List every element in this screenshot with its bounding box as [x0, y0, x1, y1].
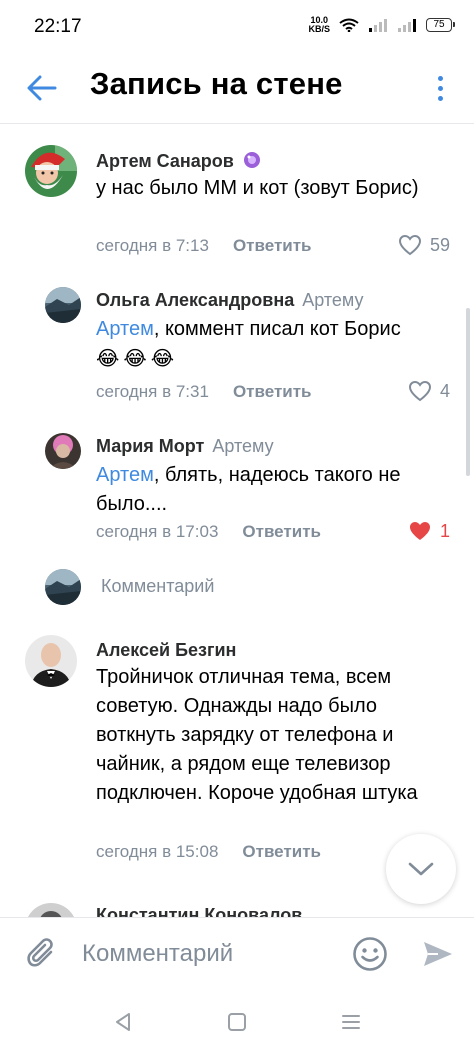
avatar-landscape-image	[45, 287, 81, 323]
avatar-man-image	[25, 635, 77, 687]
reply-button[interactable]: Ответить	[233, 236, 312, 255]
battery-indicator: 75	[426, 18, 455, 32]
send-icon	[424, 942, 452, 966]
comment-meta: сегодня в 15:08 Ответить	[96, 842, 321, 862]
signal-icon-2	[398, 19, 416, 32]
comment-meta: сегодня в 7:31 Ответить	[96, 382, 312, 402]
square-home-icon	[228, 1013, 246, 1031]
my-avatar	[45, 569, 81, 605]
comment-meta: сегодня в 7:13 Ответить	[96, 236, 312, 256]
network-speed: 10.0 KB/S	[308, 15, 330, 34]
comment-time: сегодня в 15:08	[96, 842, 219, 861]
comment-text: Артем, коммент писал кот Борис	[96, 318, 401, 340]
comment-input[interactable]	[82, 932, 332, 976]
send-button[interactable]	[418, 934, 458, 974]
more-dot-icon	[437, 75, 443, 81]
menu-lines-icon	[342, 1015, 360, 1029]
like-button[interactable]: 4	[408, 380, 450, 402]
nav-recents-button[interactable]	[336, 1007, 366, 1037]
like-button[interactable]: 59	[398, 234, 450, 256]
comment-reply: Ольга Александровна Артему Артем, коммент…	[0, 275, 474, 425]
avatar-person-image	[25, 903, 77, 917]
avatar[interactable]	[45, 433, 81, 469]
mention-link[interactable]: Артем	[96, 464, 154, 486]
comment-text: Артем, блять, надеюсь такого не было....	[96, 464, 401, 515]
like-count: 4	[439, 380, 450, 401]
comment-author[interactable]: Артем Санаров	[96, 150, 262, 172]
reply-to-label: Артему	[302, 290, 364, 310]
comment-author[interactable]: Мария Морт Артему	[96, 436, 274, 457]
wifi-icon	[339, 18, 359, 32]
nav-back-button[interactable]	[108, 1007, 138, 1037]
chevron-down-icon	[408, 862, 434, 876]
comment-meta: сегодня в 17:03 Ответить	[96, 522, 321, 542]
avatar-person-image	[45, 433, 81, 469]
status-time: 22:17	[34, 16, 82, 37]
comment: Артем Санаров у нас было ММ и кот (зовут…	[0, 125, 474, 275]
like-count: 59	[429, 234, 450, 255]
comment-time: сегодня в 17:03	[96, 522, 219, 541]
reply-button[interactable]: Ответить	[242, 522, 321, 541]
avatar[interactable]	[25, 903, 77, 917]
signal-icon	[369, 19, 387, 32]
scroll-down-button[interactable]	[386, 834, 456, 904]
comment-author[interactable]: Константин Коновалов	[96, 905, 302, 917]
comment-author[interactable]: Алексей Безгин	[96, 640, 236, 661]
more-dot-icon	[437, 85, 443, 91]
avatar[interactable]	[25, 145, 77, 197]
comments-feed[interactable]: Артем Санаров у нас было ММ и кот (зовут…	[0, 125, 474, 917]
status-bar: 22:17 10.0 KB/S 75	[0, 0, 474, 52]
heart-outline-icon	[408, 380, 431, 402]
attach-button[interactable]	[24, 936, 60, 972]
comment-time: сегодня в 7:31	[96, 382, 209, 401]
avatar-landscape-image	[45, 569, 81, 605]
comment-text: Тройничок отличная тема, всем советую. О…	[96, 666, 418, 804]
mention-link[interactable]: Артем	[96, 318, 154, 340]
reply-button[interactable]: Ответить	[233, 382, 312, 401]
emoji-button[interactable]	[350, 934, 390, 974]
avatar[interactable]	[25, 635, 77, 687]
comment: Константин Коновалов	[0, 901, 474, 917]
avatar[interactable]	[45, 287, 81, 323]
heart-outline-icon	[398, 234, 421, 256]
comment-text: у нас было ММ и кот (зовут Борис)	[96, 177, 419, 199]
comment-emoji: 😂😂😂	[96, 348, 179, 370]
reply-to-label: Артему	[212, 436, 274, 456]
paperclip-icon	[27, 938, 53, 967]
avatar-santa-image	[25, 145, 77, 197]
heart-filled-icon	[409, 522, 430, 540]
smile-icon	[353, 937, 387, 971]
like-count: 1	[439, 520, 450, 541]
comment-time: сегодня в 7:13	[96, 236, 209, 255]
thread-reply-row[interactable]: Комментарий	[0, 561, 474, 617]
comment-reply: Мария Морт Артему Артем, блять, надеюсь т…	[0, 421, 474, 561]
thread-reply-prompt[interactable]: Комментарий	[101, 576, 214, 597]
back-button[interactable]	[22, 68, 62, 108]
comment-author[interactable]: Ольга Александровна Артему	[96, 290, 364, 311]
gem-badge-icon	[243, 152, 260, 168]
more-dot-icon	[437, 95, 443, 101]
app-header: Запись на стене	[0, 52, 474, 124]
triangle-back-icon	[116, 1013, 130, 1031]
like-button[interactable]: 1	[408, 520, 450, 542]
scrollbar[interactable]	[466, 308, 470, 476]
comment-compose-bar	[0, 917, 474, 989]
arrow-left-icon	[27, 75, 57, 101]
nav-home-button[interactable]	[222, 1007, 252, 1037]
system-nav-bar	[0, 989, 474, 1053]
status-icons: 10.0 KB/S 75	[308, 15, 455, 34]
page-title: Запись на стене	[90, 66, 343, 101]
more-menu-button[interactable]	[430, 68, 450, 108]
reply-button[interactable]: Ответить	[242, 842, 321, 861]
